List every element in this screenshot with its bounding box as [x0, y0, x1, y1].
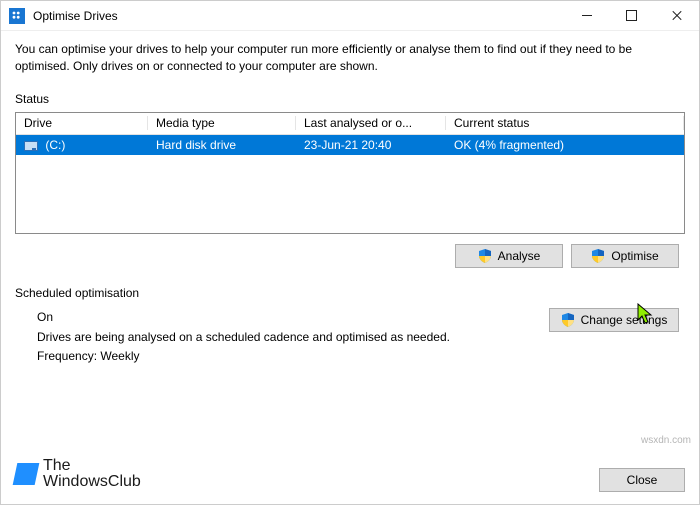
drive-icon — [24, 141, 38, 151]
app-icon — [9, 8, 25, 24]
scheduled-detail: Drives are being analysed on a scheduled… — [37, 328, 549, 347]
watermark-logo: The WindowsClub — [15, 458, 141, 490]
drive-status: OK (4% fragmented) — [446, 138, 684, 152]
column-current-status[interactable]: Current status — [446, 116, 684, 130]
drive-media: Hard disk drive — [148, 138, 296, 152]
change-settings-button[interactable]: Change settings — [549, 308, 679, 332]
analyse-button[interactable]: Analyse — [455, 244, 563, 268]
close-button[interactable]: Close — [599, 468, 685, 492]
watermark-line2: WindowsClub — [43, 474, 141, 490]
drives-list-header: Drive Media type Last analysed or o... C… — [16, 113, 684, 135]
shield-icon — [591, 249, 605, 263]
analyse-label: Analyse — [498, 249, 541, 263]
change-settings-label: Change settings — [581, 313, 668, 327]
source-watermark: wsxdn.com — [641, 435, 691, 446]
minimize-button[interactable] — [564, 1, 609, 31]
column-media-type[interactable]: Media type — [148, 116, 296, 130]
close-label: Close — [627, 473, 658, 487]
window-title: Optimise Drives — [33, 9, 564, 23]
close-window-button[interactable] — [654, 1, 699, 31]
watermark-line1: The — [43, 458, 141, 474]
drive-row[interactable]: (C:) Hard disk drive 23-Jun-21 20:40 OK … — [16, 135, 684, 155]
maximize-button[interactable] — [609, 1, 654, 31]
optimise-label: Optimise — [611, 249, 658, 263]
optimise-button[interactable]: Optimise — [571, 244, 679, 268]
column-drive[interactable]: Drive — [16, 116, 148, 130]
column-last-analysed[interactable]: Last analysed or o... — [296, 116, 446, 130]
watermark-icon — [13, 463, 40, 485]
title-bar: Optimise Drives — [1, 1, 699, 31]
scheduled-state: On — [37, 310, 549, 324]
shield-icon — [478, 249, 492, 263]
drive-last-analysed: 23-Jun-21 20:40 — [296, 138, 446, 152]
shield-icon — [561, 313, 575, 327]
description-text: You can optimise your drives to help you… — [15, 41, 685, 76]
scheduled-frequency: Frequency: Weekly — [37, 349, 549, 363]
drives-list[interactable]: Drive Media type Last analysed or o... C… — [15, 112, 685, 234]
status-label: Status — [15, 92, 685, 106]
scheduled-label: Scheduled optimisation — [15, 286, 685, 300]
drive-name: (C:) — [45, 138, 65, 152]
